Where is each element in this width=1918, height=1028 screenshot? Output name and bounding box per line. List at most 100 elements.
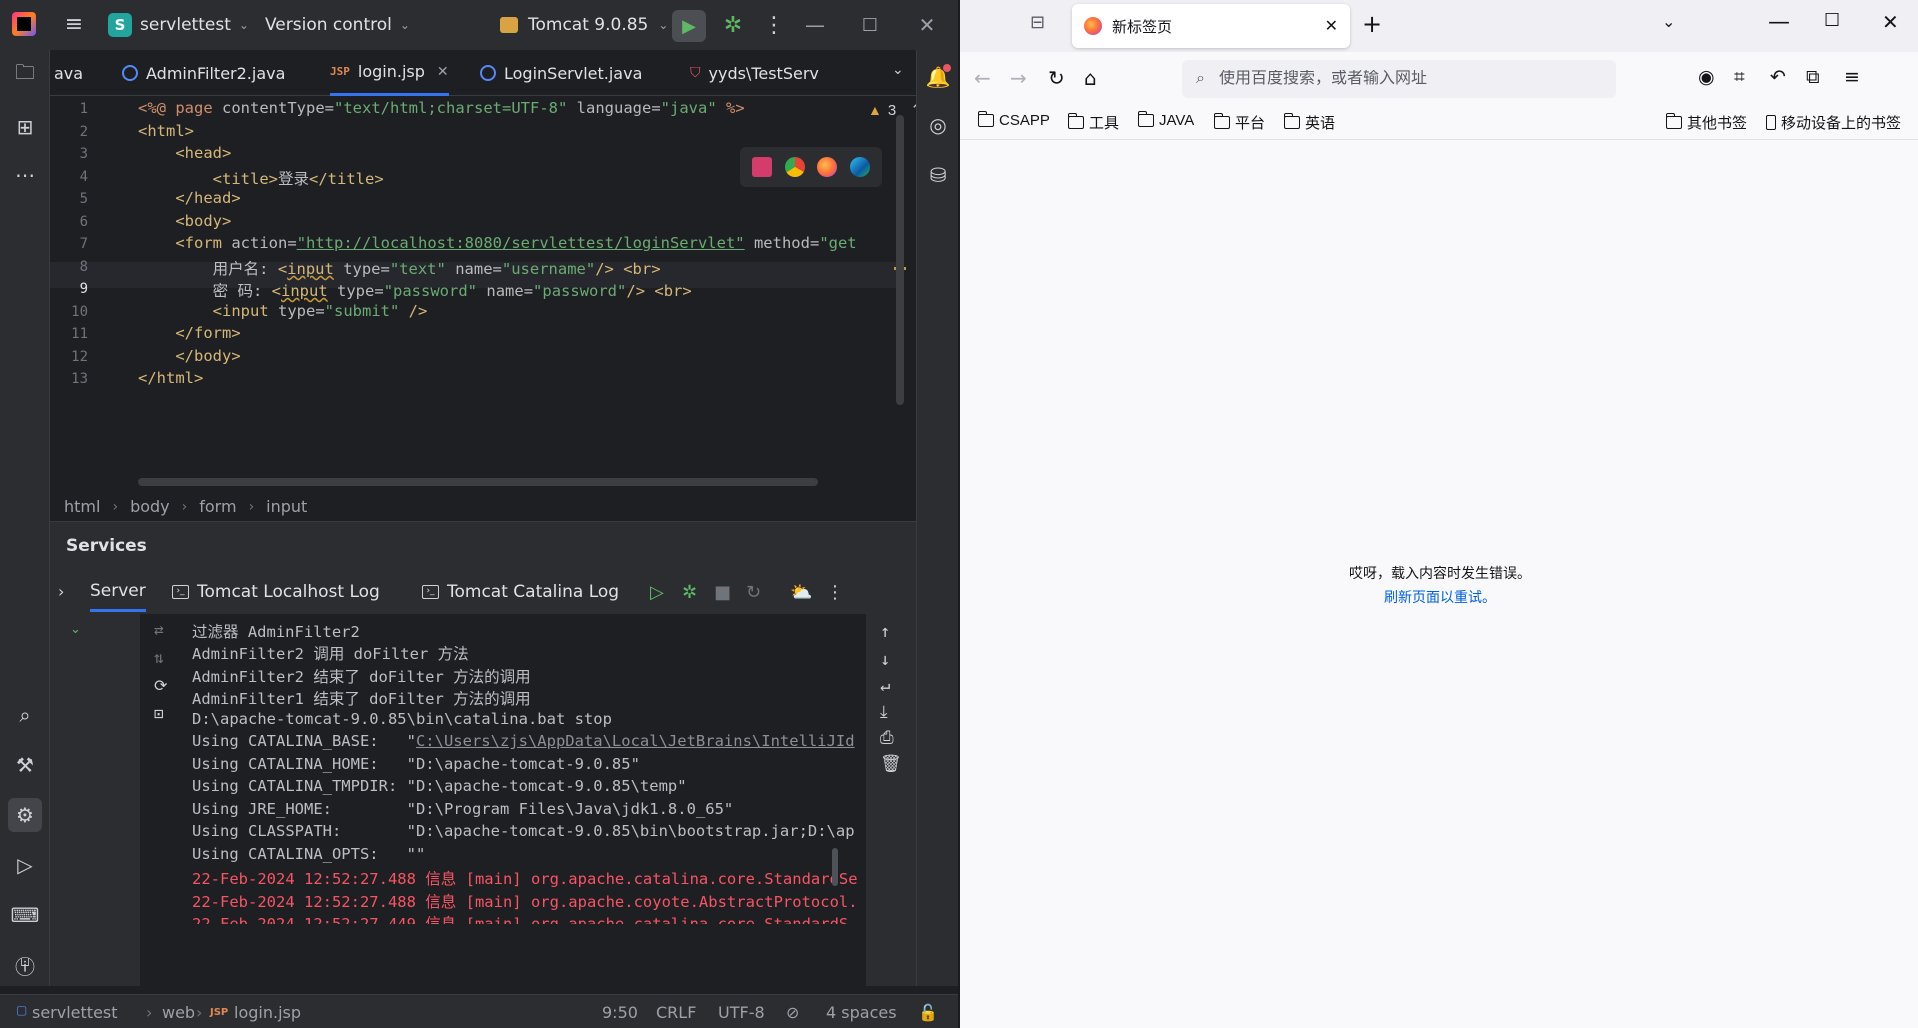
browser-tab-active[interactable]: 新标签页 ✕ [1072, 4, 1350, 48]
update-app-icon[interactable]: ⇄ [154, 620, 164, 639]
ai-assistant-icon[interactable]: ◎ [923, 110, 953, 140]
soft-wrap-icon[interactable]: ↵ [880, 676, 890, 696]
scroll-to-end-icon[interactable]: ⤓ [880, 702, 888, 722]
run-play-icon[interactable]: ▷ [650, 582, 664, 603]
minimize-icon[interactable]: — [800, 10, 830, 40]
tab-close-icon[interactable]: ✕ [437, 64, 449, 80]
chevron-up-icon[interactable]: ⌃ [910, 101, 916, 119]
editor-tab[interactable]: ⛉ yyds\TestServ [690, 50, 870, 96]
notifications-bell-icon[interactable]: 🔔 [923, 62, 953, 92]
terminal-icon[interactable]: ⌨ [8, 898, 42, 932]
print-icon[interactable]: ⎙ [880, 728, 894, 748]
list-all-tabs-chevron-icon[interactable]: ⌄ [1662, 12, 1675, 31]
extensions-icon[interactable]: ⧉ [1806, 66, 1820, 88]
editor-vertical-scrollbar[interactable] [896, 115, 904, 405]
back-arrow-icon[interactable]: ← [974, 66, 991, 90]
debug-bug-icon[interactable]: ✲ [682, 582, 697, 603]
chevron-down-icon[interactable]: ⌄ [892, 62, 904, 78]
inspection-widget[interactable]: ▲ 3 ⌃ ⌄ [868, 101, 916, 120]
more-vertical-icon[interactable]: ⋮ [760, 10, 788, 40]
intellij-logo-icon[interactable] [12, 12, 36, 36]
run-icon[interactable]: ▷ [8, 848, 42, 882]
project-folder-icon[interactable]: 🗀 [8, 58, 42, 92]
retry-link[interactable]: 刷新页面以重试。 [960, 587, 1918, 607]
run-config-selector[interactable]: Tomcat 9.0.85 ⌄ [500, 10, 668, 40]
breadcrumb-item[interactable]: html [64, 497, 100, 516]
forward-arrow-icon[interactable]: → [1010, 66, 1027, 90]
close-icon[interactable]: ✕ [912, 10, 942, 40]
indent-setting[interactable]: 4 spaces [826, 1003, 897, 1022]
project-switcher[interactable]: S servlettest ⌄ [108, 10, 249, 40]
close-icon[interactable]: ✕ [1882, 10, 1899, 34]
arrow-up-icon[interactable]: ↑ [880, 622, 890, 642]
new-tab-plus-icon[interactable]: + [1362, 10, 1382, 38]
screenshot-icon[interactable]: ⊡ [154, 704, 164, 723]
lock-icon[interactable]: 🔓 [918, 1003, 938, 1022]
close-tab-icon[interactable]: ✕ [1325, 16, 1338, 36]
database-icon[interactable]: ⛁ [923, 160, 953, 190]
status-path-item[interactable]: login.jsp [234, 1003, 301, 1022]
editor-tab[interactable]: ava [54, 50, 94, 96]
url-input[interactable] [1218, 70, 1579, 88]
more-horizontal-icon[interactable]: ⋯ [8, 158, 42, 192]
arrow-down-icon[interactable]: ↓ [880, 650, 890, 670]
line-separator[interactable]: CRLF [656, 1003, 696, 1022]
breadcrumb-item[interactable]: form [199, 497, 236, 516]
tab-tomcat-localhost-log[interactable]: ›_ Tomcat Localhost Log [172, 572, 380, 612]
deploy-icon[interactable]: ⛅ [790, 582, 812, 603]
status-path-item[interactable]: servlettest [32, 1003, 118, 1022]
trash-icon[interactable]: 🗑 [880, 754, 902, 774]
console-scrollbar[interactable] [832, 848, 838, 886]
tab-overview-icon[interactable]: ⊟ [1030, 12, 1045, 33]
minimize-icon[interactable]: — [1768, 10, 1790, 35]
account-icon[interactable]: ◉ [1698, 66, 1715, 88]
services-icon[interactable]: ⚙ [8, 798, 42, 832]
breadcrumb-item[interactable]: body [130, 497, 170, 516]
undo-arrow-icon[interactable]: ↶ [1770, 66, 1786, 88]
structure-icon[interactable]: ⊞ [8, 110, 42, 144]
firefox-icon[interactable] [817, 157, 838, 177]
app-menu-icon[interactable]: ≡ [1844, 66, 1860, 88]
status-path-item[interactable]: web [162, 1003, 195, 1022]
tab-tomcat-catalina-log[interactable]: ›_ Tomcat Catalina Log [422, 572, 619, 612]
editor-tab[interactable]: LoginServlet.java [480, 50, 642, 96]
bookmark-folder[interactable]: JAVA [1137, 111, 1194, 129]
refresh-icon[interactable]: ⟳ [154, 676, 167, 695]
bookmark-folder[interactable]: CSAPP [977, 111, 1050, 129]
rerun-icon[interactable]: ↻ [746, 582, 761, 603]
console-path-link[interactable]: C:\Users\zjs\AppData\Local\JetBrains\Int… [416, 732, 855, 750]
intellij-browser-icon[interactable] [752, 157, 773, 177]
more-vertical-icon[interactable]: ⋮ [826, 582, 844, 603]
search-icon[interactable]: ⌕ [8, 698, 42, 732]
caret-position[interactable]: 9:50 [602, 1003, 638, 1022]
url-bar[interactable]: ⌕ [1182, 60, 1616, 98]
reload-icon[interactable]: ↻ [1048, 66, 1065, 90]
editor-tab-active[interactable]: JSP login.jsp ✕ [330, 50, 449, 96]
maximize-icon[interactable]: ☐ [1824, 10, 1840, 31]
code-editor[interactable]: 1 2 3 4 5 6 7 8 9 10 11 12 13 <%@ page c… [50, 97, 916, 490]
screenshot-crop-icon[interactable]: ⌗ [1734, 66, 1745, 88]
main-menu-icon[interactable]: ≡ [60, 10, 88, 38]
server-console[interactable]: ⇄ ⇅ ⟳ ⊡ 过滤器 AdminFilter2 AdminFilter2 调用… [140, 614, 912, 986]
git-branch-icon[interactable]: ⑂ [8, 948, 42, 982]
bookmark-folder[interactable]: 平台 [1213, 112, 1265, 133]
chrome-icon[interactable] [784, 157, 805, 177]
file-encoding[interactable]: UTF-8 [718, 1003, 765, 1022]
maximize-icon[interactable]: ☐ [855, 10, 885, 40]
other-bookmarks[interactable]: 其他书签 [1665, 112, 1747, 133]
mobile-bookmarks[interactable]: 移动设备上的书签 [1766, 112, 1901, 133]
editor-horizontal-scrollbar[interactable] [138, 478, 818, 486]
expand-chevron-icon[interactable]: › [58, 582, 64, 601]
bookmark-folder[interactable]: 工具 [1067, 112, 1119, 133]
readonly-toggle-icon[interactable]: ⊘ [786, 1003, 799, 1022]
run-button[interactable]: ▶ [672, 10, 706, 42]
breadcrumb-item[interactable]: input [266, 497, 307, 516]
edge-icon[interactable] [849, 157, 870, 177]
editor-tab[interactable]: AdminFilter2.java [122, 50, 285, 96]
bookmark-folder[interactable]: 英语 [1283, 112, 1335, 133]
redeploy-icon[interactable]: ⇅ [154, 648, 164, 667]
stop-icon[interactable]: ■ [714, 582, 731, 603]
tab-server[interactable]: Server [90, 572, 146, 612]
home-icon[interactable]: ⌂ [1084, 66, 1097, 90]
tree-expand-icon[interactable]: ⌄ [70, 622, 81, 637]
